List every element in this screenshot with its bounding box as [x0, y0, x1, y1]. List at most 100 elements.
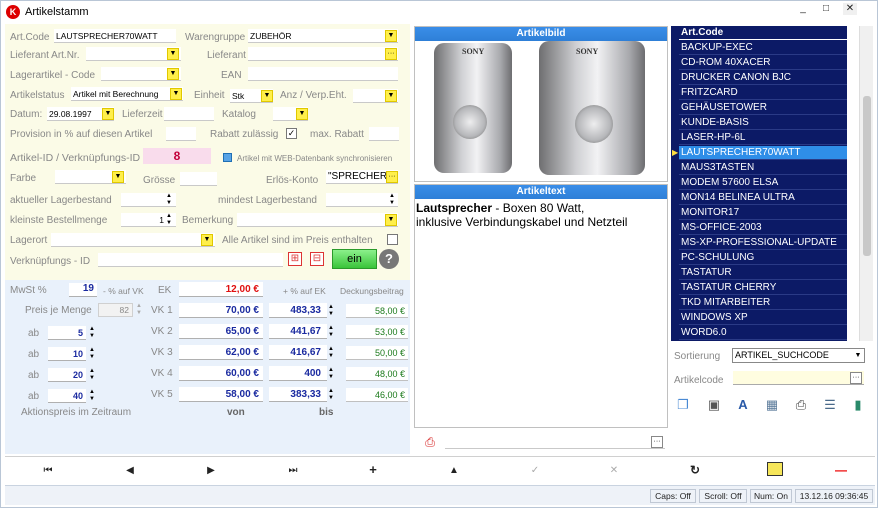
attachment-field[interactable]	[445, 435, 665, 449]
delete-record-icon[interactable]: —	[833, 463, 849, 477]
list-item[interactable]: MON14 BELINEA ULTRA	[679, 191, 847, 205]
stepper-icon[interactable]: ▲ ▼	[327, 304, 335, 318]
vk-pct-field[interactable]: 441,67	[269, 324, 327, 339]
stepper-icon[interactable]: ▲ ▼	[165, 213, 173, 227]
ek-value[interactable]: 12,00 €	[179, 282, 263, 297]
bemerkung-select[interactable]	[237, 213, 398, 227]
sortierung-select[interactable]: ARTIKEL_SUCHCODE	[732, 348, 865, 363]
lagerort-select[interactable]	[51, 233, 215, 247]
provision-field[interactable]	[166, 127, 196, 141]
lieferant-field[interactable]	[248, 47, 398, 61]
list-item[interactable]: LASER-HP-6L	[679, 131, 847, 145]
vk-price-field[interactable]: 70,00 €	[179, 303, 263, 318]
chevron-down-icon[interactable]: ▼	[167, 48, 179, 60]
calendar-dropdown-icon[interactable]: ▼	[102, 108, 114, 120]
chevron-down-icon[interactable]: ▼	[385, 214, 397, 226]
ab-field[interactable]: 20	[48, 368, 86, 382]
list-item[interactable]: BACKUP-EXEC	[679, 41, 847, 55]
chevron-down-icon[interactable]: ▼	[385, 90, 397, 102]
lookup-dots-icon[interactable]: ···	[385, 48, 397, 60]
vk-price-field[interactable]: 60,00 €	[179, 366, 263, 381]
verknuepfungs-field[interactable]	[98, 253, 283, 267]
list-item[interactable]: WORD6.0	[679, 326, 847, 340]
list-item[interactable]: FRITZCARD	[679, 86, 847, 100]
lookup-dots-icon[interactable]: ···	[651, 436, 663, 448]
list-item[interactable]: KUNDE-BASIS	[679, 116, 847, 130]
stepper-icon[interactable]: ▲ ▼	[388, 193, 396, 207]
list-item[interactable]: GEHÄUSETOWER	[679, 101, 847, 115]
stepper-icon[interactable]: ▲ ▼	[327, 388, 335, 402]
artikelcode-field[interactable]	[733, 371, 864, 385]
list-item[interactable]: MS-XP-PROFESSIONAL-UPDATE	[679, 236, 847, 250]
chevron-down-icon[interactable]: ▼	[852, 349, 864, 362]
list-item[interactable]: WINDOWS XP	[679, 311, 847, 325]
cancel-edit-icon[interactable]: ✕	[606, 465, 622, 476]
vk-pct-field[interactable]: 483,33	[269, 303, 327, 318]
article-list[interactable]: Art.Code BACKUP-EXEC CD-ROM 40XACER DRUCKE…	[671, 26, 847, 341]
list-item[interactable]: TASTATUR	[679, 266, 847, 280]
max-rabatt-field[interactable]	[369, 127, 399, 141]
ab-field[interactable]: 10	[48, 347, 86, 361]
groesse-field[interactable]	[180, 172, 217, 186]
chevron-down-icon[interactable]: ▼	[261, 90, 273, 102]
vk-price-field[interactable]: 62,00 €	[179, 345, 263, 360]
last-record-icon[interactable]: ⏭	[285, 465, 301, 476]
stepper-icon[interactable]: ▲ ▼	[88, 368, 96, 382]
help-icon[interactable]: ?	[379, 249, 399, 269]
list-item[interactable]: MAUS3TASTEN	[679, 161, 847, 175]
minimize-button[interactable]: _	[796, 3, 810, 15]
stepper-icon[interactable]: ▲ ▼	[88, 389, 96, 403]
chevron-down-icon[interactable]: ▼	[112, 171, 124, 183]
web-sync-checkbox[interactable]	[223, 153, 232, 162]
list-item[interactable]: DRUCKER CANON BJC	[679, 71, 847, 85]
export-icon[interactable]: ▮	[849, 396, 867, 414]
rabatt-checkbox[interactable]: ✓	[286, 128, 297, 139]
scrollbar-thumb[interactable]	[863, 96, 871, 256]
stepper-icon[interactable]: ▲ ▼	[327, 346, 335, 360]
ein-button[interactable]: ein	[332, 249, 377, 269]
lookup-dots-icon[interactable]: ···	[386, 171, 398, 183]
chevron-down-icon[interactable]: ▼	[167, 68, 179, 80]
list-scrollbar[interactable]	[859, 26, 873, 341]
pdf-icon[interactable]: ⎙	[423, 435, 437, 451]
vk-pct-field[interactable]: 416,67	[269, 345, 327, 360]
list-item[interactable]: TASTATUR CHERRY	[679, 281, 847, 295]
spellcheck-icon[interactable]: A	[734, 396, 752, 414]
list-item[interactable]: MONITOR17	[679, 206, 847, 220]
tree-view-icon[interactable]: ☰	[821, 396, 839, 414]
next-record-icon[interactable]: ▶	[203, 465, 219, 476]
prev-record-icon[interactable]: ◀	[122, 465, 138, 476]
lookup-dots-icon[interactable]: ···	[850, 372, 862, 384]
preis-je-menge-field[interactable]: 82	[98, 303, 133, 317]
chevron-down-icon[interactable]: ▼	[170, 88, 182, 100]
camera-icon[interactable]: ▣	[705, 396, 723, 414]
artikelstatus-select[interactable]: Artikel mit Berechnung	[71, 87, 183, 101]
save-record-icon[interactable]: ✓	[527, 465, 543, 476]
close-button[interactable]: ✕	[843, 3, 857, 15]
ab-field[interactable]: 5	[48, 326, 86, 340]
stepper-icon[interactable]: ▲ ▼	[327, 325, 335, 339]
mwst-field[interactable]: 19	[69, 283, 97, 297]
list-item[interactable]: CD-ROM 40XACER	[679, 56, 847, 70]
refresh-icon[interactable]: ↻	[687, 463, 703, 477]
chevron-down-icon[interactable]: ▼	[296, 108, 308, 120]
vk-pct-field[interactable]: 383,33	[269, 387, 327, 402]
vk-pct-field[interactable]: 400	[269, 366, 327, 381]
warengruppe-select[interactable]: ZUBEHÖR	[248, 29, 398, 43]
stepper-icon[interactable]: ▲ ▼	[135, 303, 143, 317]
remove-link-icon[interactable]: ⊟	[310, 252, 324, 266]
add-record-icon[interactable]: +	[365, 462, 381, 477]
vk-price-field[interactable]: 58,00 €	[179, 387, 263, 402]
edit-record-icon[interactable]: ▲	[446, 465, 462, 476]
alle-artikel-checkbox[interactable]	[387, 234, 398, 245]
filter-icon[interactable]	[767, 462, 783, 476]
vk-price-field[interactable]: 65,00 €	[179, 324, 263, 339]
add-link-icon[interactable]: ⊞	[288, 252, 302, 266]
stepper-icon[interactable]: ▲ ▼	[165, 193, 173, 207]
lieferzeit-field[interactable]	[164, 107, 214, 121]
stepper-icon[interactable]: ▲ ▼	[88, 347, 96, 361]
maximize-button[interactable]: □	[819, 3, 833, 15]
printer-icon[interactable]: ⎙	[792, 396, 810, 414]
list-item[interactable]: PC-SCHULUNG	[679, 251, 847, 265]
ean-field[interactable]	[248, 67, 398, 81]
